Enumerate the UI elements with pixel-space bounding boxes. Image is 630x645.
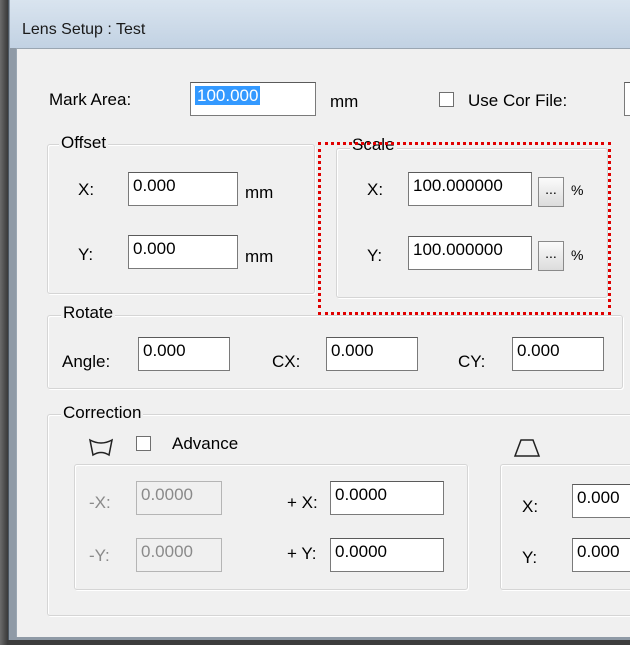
offset-x-input[interactable]: 0.000 bbox=[128, 172, 238, 206]
plus-y-label: + Y: bbox=[287, 544, 317, 563]
minus-x-label: -X: bbox=[89, 493, 111, 512]
rotate-cy-label: CY: bbox=[458, 352, 486, 371]
rotate-angle-input[interactable]: 0.000 bbox=[138, 337, 230, 371]
offset-x-label: X: bbox=[78, 180, 95, 199]
trapezoid-y-label: Y: bbox=[522, 548, 538, 567]
minus-x-input[interactable]: 0.0000 bbox=[136, 481, 222, 515]
rotate-cx-label: CX: bbox=[272, 352, 301, 371]
advance-checkbox[interactable] bbox=[136, 436, 151, 451]
correction-group-title: Correction bbox=[61, 403, 144, 423]
rotate-angle-label: Angle: bbox=[62, 352, 111, 371]
trapezoid-distortion-icon bbox=[512, 436, 542, 460]
plus-x-label: + X: bbox=[287, 493, 318, 512]
window-title: Lens Setup : Test bbox=[22, 21, 146, 38]
offset-y-unit: mm bbox=[245, 247, 274, 266]
mark-area-label: Mark Area: bbox=[49, 90, 132, 109]
trapezoid-y-input[interactable]: 0.000 bbox=[572, 538, 630, 572]
barrel-distortion-icon bbox=[87, 436, 115, 458]
plus-y-input[interactable]: 0.0000 bbox=[330, 538, 444, 572]
highlight-annotation-box bbox=[318, 142, 611, 315]
rotate-group-title: Rotate bbox=[61, 303, 116, 323]
offset-y-label: Y: bbox=[78, 245, 94, 264]
mark-area-input[interactable]: 100.000 bbox=[190, 82, 316, 116]
use-cor-file-label: Use Cor File: bbox=[468, 91, 568, 110]
trapezoid-x-label: X: bbox=[522, 497, 539, 516]
window-bottom-edge bbox=[8, 640, 630, 645]
rotate-cy-input[interactable]: 0.000 bbox=[512, 337, 604, 371]
minus-y-label: -Y: bbox=[89, 546, 110, 565]
rotate-cx-input[interactable]: 0.000 bbox=[326, 337, 418, 371]
mark-area-unit: mm bbox=[330, 92, 359, 111]
use-cor-file-checkbox[interactable] bbox=[439, 92, 454, 107]
trapezoid-x-input[interactable]: 0.000 bbox=[572, 484, 630, 518]
offset-y-input[interactable]: 0.000 bbox=[128, 235, 238, 269]
minus-y-input[interactable]: 0.0000 bbox=[136, 538, 222, 572]
cor-file-field[interactable] bbox=[624, 82, 630, 116]
offset-x-unit: mm bbox=[245, 183, 274, 202]
offset-group bbox=[47, 144, 315, 294]
advance-label: Advance bbox=[172, 434, 239, 453]
offset-group-title: Offset bbox=[59, 133, 109, 153]
plus-x-input[interactable]: 0.0000 bbox=[330, 481, 444, 515]
